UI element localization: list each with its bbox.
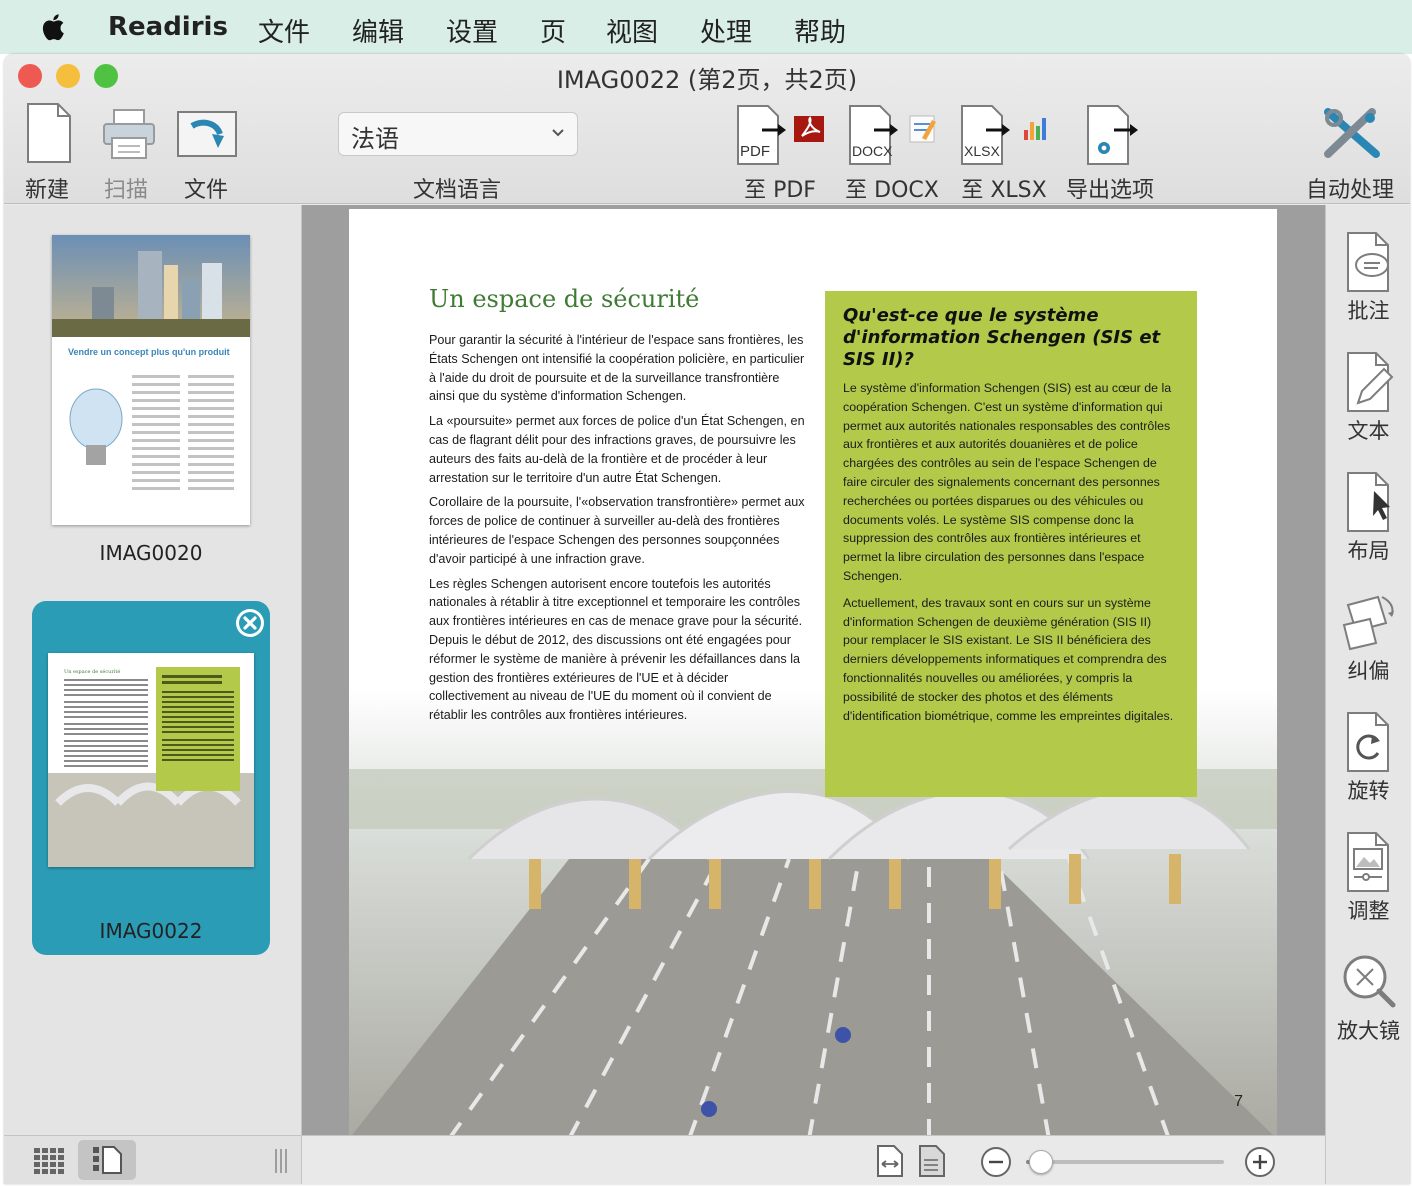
- rotate-label: 旋转: [1347, 779, 1390, 803]
- apple-icon[interactable]: [40, 12, 68, 42]
- menu-help[interactable]: 帮助: [794, 12, 846, 49]
- info-box-paragraph: Le système d'information Schengen (SIS) …: [843, 381, 1172, 583]
- zoom-out-icon[interactable]: [980, 1146, 1012, 1178]
- deskew-icon: [1342, 595, 1394, 651]
- document-language-select[interactable]: 法语: [338, 112, 578, 156]
- document-page[interactable]: Un espace de sécurité Pour garantir la s…: [349, 209, 1277, 1135]
- fit-width-icon[interactable]: [876, 1144, 904, 1178]
- to-docx-icon[interactable]: DOCX: [848, 104, 940, 166]
- menu-bar: Readiris 文件 编辑 设置 页 视图 处理 帮助: [0, 0, 1412, 54]
- app-window: IMAG0022 (第2页，共2页) 新建 扫描 文件 法语 文档语言 PDF …: [4, 54, 1410, 1184]
- scan-label: 扫描: [103, 178, 149, 203]
- document-language-label: 文档语言: [412, 178, 502, 203]
- layout-label: 布局: [1347, 539, 1390, 563]
- scan-icon[interactable]: [102, 108, 156, 160]
- page-thumbnail-label: IMAG0022: [99, 919, 203, 943]
- document-heading: Un espace de sécurité: [429, 285, 700, 313]
- text-label: 文本: [1347, 419, 1390, 443]
- xlsx-badge: XLSX: [964, 143, 1000, 159]
- document-bottom-bar: [302, 1135, 1325, 1184]
- info-box-paragraph: Actuellement, des travaux sont en cours …: [843, 595, 1174, 723]
- to-xlsx-icon[interactable]: XLSX: [960, 104, 1052, 166]
- menu-page[interactable]: 页: [540, 12, 566, 49]
- magnifier-label: 放大镜: [1337, 1019, 1400, 1043]
- zoom-in-icon[interactable]: [1244, 1146, 1276, 1178]
- magnifier-icon: [1343, 955, 1395, 1008]
- page-number: 7: [1234, 1093, 1243, 1110]
- menu-settings[interactable]: 设置: [446, 12, 498, 49]
- pdf-badge: PDF: [740, 143, 770, 160]
- document-paragraph: Corollaire de la poursuite, l'«observati…: [429, 495, 805, 566]
- right-tool-panel: 批注 文本 布局 纠偏 旋转 调整 放大镜: [1325, 205, 1410, 1184]
- document-view[interactable]: Un espace de sécurité Pour garantir la s…: [302, 205, 1325, 1135]
- document-paragraph: Les règles Schengen autorisent encore to…: [429, 576, 803, 723]
- toolbar: IMAG0022 (第2页，共2页) 新建 扫描 文件 法语 文档语言 PDF …: [4, 54, 1410, 204]
- adjust-tool-button[interactable]: 调整: [1326, 831, 1410, 925]
- text-tool-button[interactable]: 文本: [1326, 351, 1410, 445]
- page-thumbnail-sidebar: Vendre un concept plus qu'un produit IMA…: [4, 205, 302, 1135]
- sidebar-view-toggle[interactable]: [78, 1140, 136, 1180]
- to-xlsx-label: 至 XLSX: [961, 178, 1047, 203]
- zoom-slider-track[interactable]: [1026, 1150, 1224, 1174]
- menu-file[interactable]: 文件: [258, 12, 310, 49]
- to-pdf-label: 至 PDF: [744, 178, 816, 203]
- sidebar-bottom-bar: [4, 1135, 302, 1184]
- grid-view-icon[interactable]: [34, 1148, 64, 1174]
- export-options-label: 导出选项: [1065, 178, 1155, 203]
- document-body-text: Pour garantir la sécurité à l'intérieur …: [429, 331, 807, 731]
- info-box-title: Qu'est-ce que le système d'information S…: [843, 305, 1161, 370]
- annotation-label: 批注: [1347, 299, 1390, 323]
- document-paragraph: La «poursuite» permet aux forces de poli…: [429, 414, 805, 485]
- rotate-icon: [1346, 712, 1389, 772]
- language-value: 法语: [351, 125, 399, 153]
- menu-app-name[interactable]: Readiris: [108, 12, 228, 42]
- menu-view[interactable]: 视图: [606, 12, 658, 49]
- annotation-tool-button[interactable]: 批注: [1326, 231, 1410, 325]
- remove-page-icon[interactable]: [234, 607, 266, 639]
- page-thumbnail-label: IMAG0020: [99, 541, 203, 565]
- page-thumbnail-selected-imag0022[interactable]: Un espace de sécurité IMAG0022: [32, 601, 270, 955]
- page-thumbnail-imag0022[interactable]: Un espace de sécurité: [48, 653, 254, 867]
- annotation-icon: [1346, 232, 1389, 292]
- page-thumbnail-image: Vendre un concept plus qu'un produit: [52, 235, 250, 490]
- magnifier-tool-button[interactable]: 放大镜: [1326, 951, 1410, 1045]
- svg-text:Vendre un concept plus qu'un p: Vendre un concept plus qu'un produit: [68, 347, 230, 357]
- document-paragraph: Pour garantir la sécurité à l'intérieur …: [429, 333, 805, 404]
- auto-process-icon[interactable]: [1320, 106, 1384, 160]
- export-options-icon[interactable]: [1086, 104, 1146, 166]
- to-docx-label: 至 DOCX: [845, 178, 939, 203]
- layout-cursor-icon: [1346, 472, 1390, 532]
- file-label: 文件: [183, 178, 229, 203]
- window-title: IMAG0022 (第2页，共2页): [556, 66, 858, 94]
- menu-process[interactable]: 处理: [700, 12, 752, 49]
- sidebar-view-icon: [93, 1146, 122, 1174]
- zoom-slider-knob[interactable]: [1029, 1150, 1054, 1174]
- fit-page-icon[interactable]: [918, 1144, 946, 1178]
- new-document-icon[interactable]: [26, 102, 72, 164]
- menu-edit[interactable]: 编辑: [352, 12, 404, 49]
- open-file-icon[interactable]: [176, 110, 238, 158]
- to-pdf-icon[interactable]: PDF: [736, 104, 828, 166]
- sis-info-box: Qu'est-ce que le système d'information S…: [825, 291, 1197, 797]
- text-pencil-icon: [1346, 352, 1393, 412]
- page-thumbnail-imag0020[interactable]: Vendre un concept plus qu'un produit: [52, 235, 250, 525]
- deskew-label: 纠偏: [1347, 659, 1390, 683]
- deskew-tool-button[interactable]: 纠偏: [1326, 591, 1410, 685]
- chevron-down-icon: [552, 129, 564, 137]
- sidebar-resize-handle-icon[interactable]: [274, 1148, 288, 1174]
- rotate-tool-button[interactable]: 旋转: [1326, 711, 1410, 805]
- svg-text:Un espace de sécurité: Un espace de sécurité: [64, 668, 120, 675]
- new-label: 新建: [24, 178, 70, 203]
- page-thumbnail-image: Un espace de sécurité: [48, 653, 254, 867]
- auto-process-label: 自动处理: [1305, 178, 1395, 203]
- adjust-image-icon: [1346, 832, 1389, 892]
- adjust-label: 调整: [1347, 899, 1390, 923]
- docx-badge: DOCX: [852, 143, 893, 159]
- layout-tool-button[interactable]: 布局: [1326, 471, 1410, 565]
